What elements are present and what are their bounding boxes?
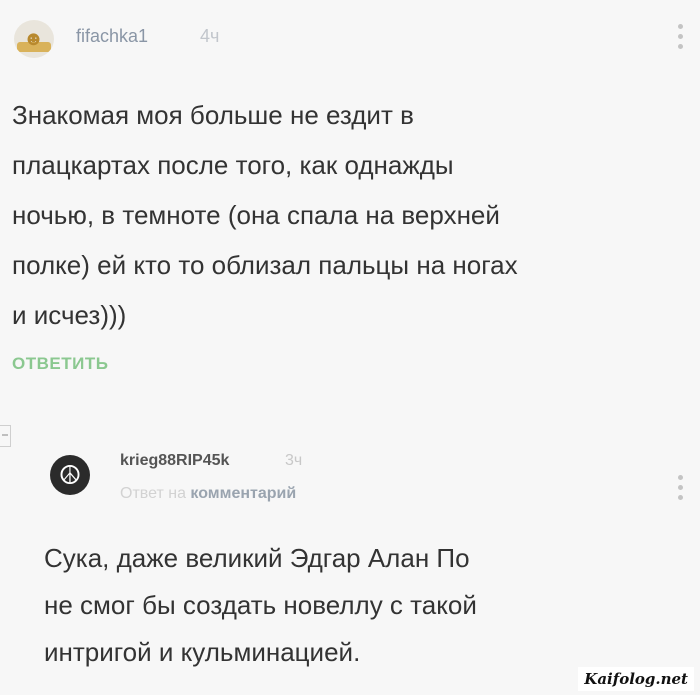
more-options-icon[interactable] xyxy=(678,475,684,503)
peace-symbol-icon: ☮ xyxy=(58,460,82,490)
username[interactable]: fifachka1 xyxy=(76,26,148,47)
comment-1: ☻ fifachka1 4ч Знакомая моя больше не ез… xyxy=(0,0,700,395)
more-options-icon[interactable] xyxy=(678,24,684,52)
reply-to-line: Ответ на комментарий xyxy=(120,485,296,503)
timestamp: 4ч xyxy=(200,26,220,46)
comment-line: Знакомая моя больше не ездит в xyxy=(12,100,414,130)
comment-2: ☮ krieg88RIP45k 3ч Ответ на комментарий … xyxy=(0,395,700,695)
watermark: Kaifolog.net xyxy=(578,667,694,691)
reply-to-prefix: Ответ на xyxy=(120,485,186,502)
avatar[interactable]: ☮ xyxy=(50,455,90,495)
comment-line: и исчез))) xyxy=(12,300,127,330)
comment-line: Сука, даже великий Эдгар Алан По xyxy=(44,543,470,573)
comment-line: плацкартах после того, как однажды xyxy=(12,150,454,180)
comment-line: полке) ей кто то облизал пальцы на ногах xyxy=(12,250,518,280)
username[interactable]: krieg88RIP45k xyxy=(120,452,229,470)
comment-body: Знакомая моя больше не ездит в плацкарта… xyxy=(12,90,692,340)
avatar[interactable]: ☻ xyxy=(14,20,54,58)
collapse-icon xyxy=(2,434,8,436)
timestamp: 3ч xyxy=(285,452,303,469)
reply-to-link[interactable]: комментарий xyxy=(190,485,296,502)
comment-line: не смог бы создать новеллу с такой xyxy=(44,590,477,620)
comment-body: Сука, даже великий Эдгар Алан По не смог… xyxy=(44,535,684,676)
comment-line: ночью, в темноте (она спала на верхней xyxy=(12,200,500,230)
thread-collapse-toggle[interactable] xyxy=(0,425,11,447)
reply-button[interactable]: ОТВЕТИТЬ xyxy=(12,354,108,374)
cartoon-avatar-icon: ☻ xyxy=(23,28,45,50)
